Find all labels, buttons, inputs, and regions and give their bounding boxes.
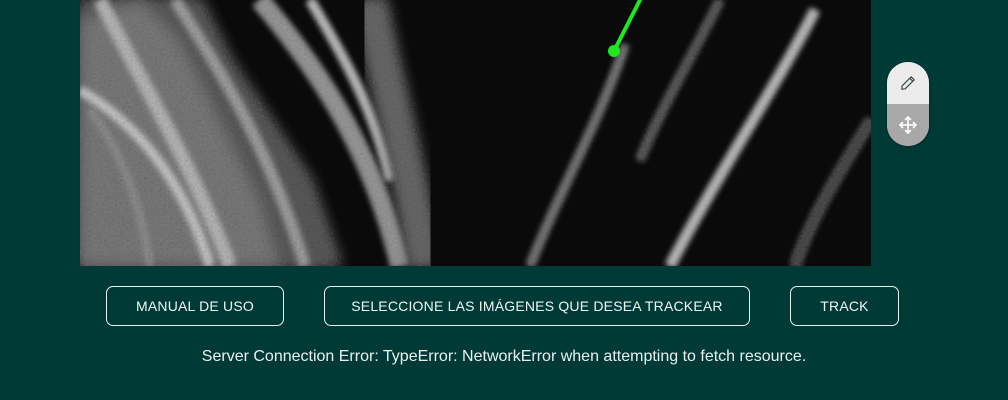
track-point[interactable]	[608, 45, 620, 57]
action-buttons: MANUAL DE USO SELECCIONE LAS IMÁGENES QU…	[0, 286, 1008, 326]
move-icon	[899, 116, 917, 134]
pencil-tool-button[interactable]	[887, 62, 929, 104]
manual-button[interactable]: MANUAL DE USO	[106, 286, 284, 326]
select-images-button[interactable]: SELECCIONE LAS IMÁGENES QUE DESEA TRACKE…	[324, 286, 750, 326]
server-error-message: Server Connection Error: TypeError: Netw…	[201, 348, 807, 365]
image-viewer[interactable]	[80, 0, 871, 266]
move-tool-button[interactable]	[887, 104, 929, 146]
track-button[interactable]: TRACK	[790, 286, 899, 326]
pencil-icon	[901, 76, 915, 90]
microscopy-image[interactable]	[80, 0, 871, 266]
tool-panel	[887, 62, 929, 146]
